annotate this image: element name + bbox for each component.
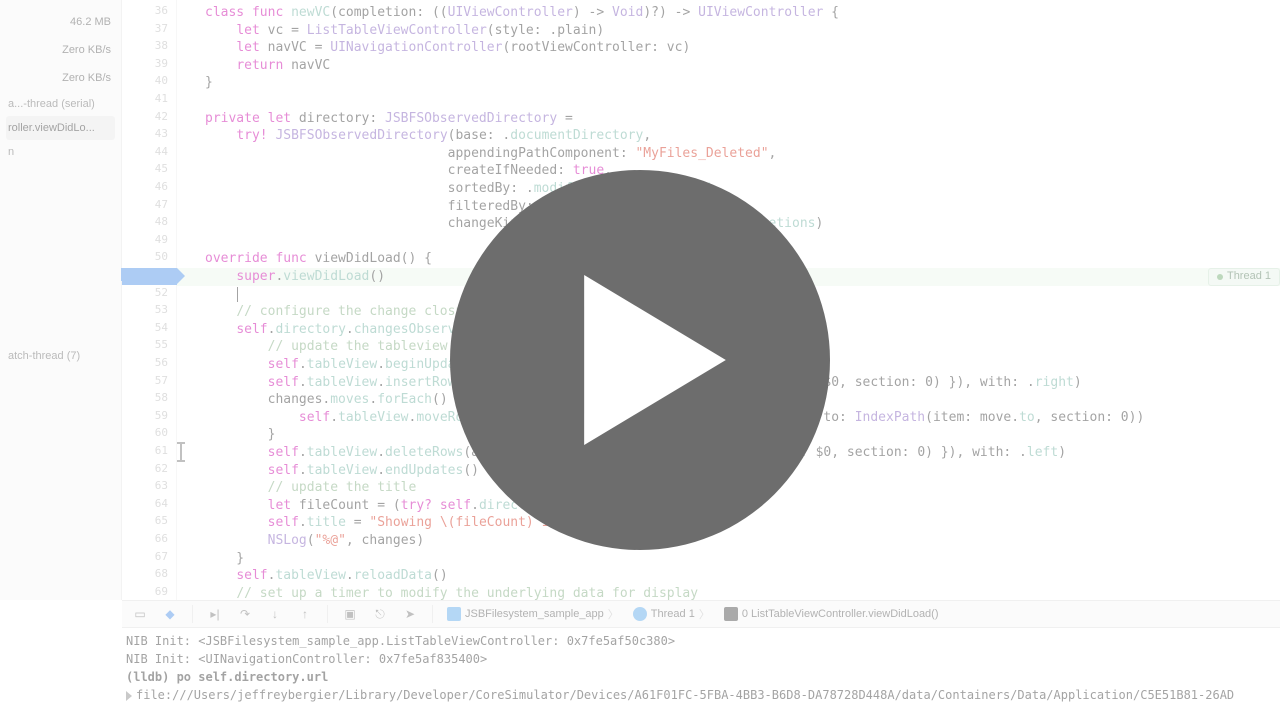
- breakpoints-icon[interactable]: ◆: [162, 606, 178, 622]
- code-line[interactable]: try! JSBFSObservedDirectory(base: .docum…: [205, 127, 651, 145]
- simulate-location-icon[interactable]: ➤: [402, 606, 418, 622]
- thread-icon: [633, 607, 647, 621]
- line-number[interactable]: 62: [128, 462, 168, 475]
- play-icon: [580, 275, 730, 445]
- code-line[interactable]: return navVC: [205, 57, 330, 75]
- code-line[interactable]: }: [205, 426, 275, 444]
- line-number[interactable]: 37: [128, 22, 168, 35]
- line-number[interactable]: 36: [128, 4, 168, 17]
- console-line: file:///Users/jeffreybergier/Library/Dev…: [126, 686, 1276, 704]
- line-number[interactable]: 60: [128, 426, 168, 439]
- thread-row[interactable]: a...-thread (serial): [6, 92, 115, 116]
- line-number[interactable]: 39: [128, 57, 168, 70]
- line-number[interactable]: 58: [128, 391, 168, 404]
- console-line: (lldb) po self.directory.url: [126, 668, 1276, 686]
- code-line[interactable]: self.title = "Showing \(fileCount) Items…: [205, 514, 589, 532]
- line-number[interactable]: 38: [128, 39, 168, 52]
- root: 46.2 MB Zero KB/s Zero KB/s a...-thread …: [0, 0, 1280, 720]
- line-number[interactable]: 40: [128, 74, 168, 87]
- continue-icon[interactable]: ▸|: [207, 606, 223, 622]
- line-number[interactable]: 47: [128, 198, 168, 211]
- line-number[interactable]: 64: [128, 497, 168, 510]
- line-number[interactable]: 52: [128, 286, 168, 299]
- line-number[interactable]: 63: [128, 479, 168, 492]
- code-line[interactable]: super.viewDidLoad(): [205, 268, 385, 286]
- code-line[interactable]: filteredBy: nil,: [205, 198, 573, 216]
- line-number[interactable]: 55: [128, 338, 168, 351]
- hide-debug-area-icon[interactable]: ▭: [132, 606, 148, 622]
- step-out-icon[interactable]: ↑: [297, 606, 313, 622]
- line-number[interactable]: 68: [128, 567, 168, 580]
- line-number[interactable]: 45: [128, 162, 168, 175]
- text-caret: [237, 287, 238, 302]
- code-line[interactable]: let vc = ListTableViewController(style: …: [205, 22, 604, 40]
- line-number[interactable]: 48: [128, 215, 168, 228]
- code-line[interactable]: override func viewDidLoad() {: [205, 250, 432, 268]
- line-number[interactable]: 59: [128, 409, 168, 422]
- code-line[interactable]: // configure the change closure: [205, 303, 479, 321]
- line-number-gutter[interactable]: 3637383940414243444546474849505152535455…: [122, 0, 177, 600]
- code-line[interactable]: createIfNeeded: true,: [205, 162, 612, 180]
- code-line[interactable]: self.tableView.endUpdates(): [205, 462, 479, 480]
- console-line: NIB Init: <JSBFilesystem_sample_app.List…: [126, 632, 1276, 650]
- jump-bar-process[interactable]: JSBFilesystem_sample_app 〉: [447, 606, 619, 622]
- jump-bar-thread[interactable]: Thread 1 〉: [633, 606, 710, 622]
- line-number[interactable]: 56: [128, 356, 168, 369]
- line-number[interactable]: 50: [128, 250, 168, 263]
- line-number[interactable]: 66: [128, 532, 168, 545]
- debug-navigator-sidebar[interactable]: 46.2 MB Zero KB/s Zero KB/s a...-thread …: [0, 0, 122, 600]
- ibeam-cursor: [180, 444, 182, 460]
- thread-indicator[interactable]: Thread 1: [1208, 268, 1280, 286]
- line-number[interactable]: 54: [128, 321, 168, 334]
- stackframe-selected[interactable]: roller.viewDidLo...: [6, 116, 115, 140]
- code-line[interactable]: let navVC = UINavigationController(rootV…: [205, 39, 690, 57]
- code-line[interactable]: }: [205, 550, 244, 568]
- memory-graph-icon[interactable]: ⎋: [372, 606, 388, 622]
- step-into-icon[interactable]: ↓: [267, 606, 283, 622]
- network-out[interactable]: Zero KB/s: [6, 64, 115, 92]
- line-number[interactable]: 57: [128, 374, 168, 387]
- line-number[interactable]: 61: [128, 444, 168, 457]
- instruction-pointer-marker: [122, 268, 177, 285]
- code-line[interactable]: private let directory: JSBFSObservedDire…: [205, 110, 573, 128]
- line-number[interactable]: 65: [128, 514, 168, 527]
- code-line[interactable]: NSLog("%@", changes): [205, 532, 424, 550]
- network-in[interactable]: Zero KB/s: [6, 36, 115, 64]
- line-number[interactable]: 43: [128, 127, 168, 140]
- line-number[interactable]: 42: [128, 110, 168, 123]
- code-line[interactable]: // update the tableview: [205, 338, 448, 356]
- memory-gauge[interactable]: 46.2 MB: [6, 8, 115, 36]
- frame-icon: [724, 607, 738, 621]
- jump-bar-frame[interactable]: 0 ListTableViewController.viewDidLoad(): [724, 607, 939, 621]
- stackframe-row[interactable]: n: [6, 140, 115, 164]
- line-number[interactable]: 41: [128, 92, 168, 105]
- debug-console[interactable]: NIB Init: <JSBFilesystem_sample_app.List…: [122, 628, 1280, 720]
- code-line[interactable]: appendingPathComponent: "MyFiles_Deleted…: [205, 145, 776, 163]
- code-line[interactable]: [205, 286, 236, 304]
- line-number[interactable]: 44: [128, 145, 168, 158]
- step-over-icon[interactable]: ↷: [237, 606, 253, 622]
- disclosure-triangle-icon[interactable]: [126, 691, 132, 701]
- code-line[interactable]: self.tableView.reloadData(): [205, 567, 448, 585]
- play-button[interactable]: [450, 170, 830, 550]
- line-number[interactable]: 46: [128, 180, 168, 193]
- code-line[interactable]: class func newVC(completion: ((UIViewCon…: [205, 4, 839, 22]
- code-line[interactable]: }: [205, 74, 213, 92]
- thread-row[interactable]: atch-thread (7): [6, 344, 115, 368]
- debug-view-hierarchy-icon[interactable]: ▣: [342, 606, 358, 622]
- code-line[interactable]: // update the title: [205, 479, 416, 497]
- line-number[interactable]: 67: [128, 550, 168, 563]
- line-number[interactable]: 53: [128, 303, 168, 316]
- debug-toolbar: ▭ ◆ ▸| ↷ ↓ ↑ ▣ ⎋ ➤ JSBFilesystem_sample_…: [122, 600, 1280, 628]
- app-icon: [447, 607, 461, 621]
- console-line: NIB Init: <UINavigationController: 0x7fe…: [126, 650, 1276, 668]
- line-number[interactable]: 69: [128, 585, 168, 598]
- line-number[interactable]: 49: [128, 233, 168, 246]
